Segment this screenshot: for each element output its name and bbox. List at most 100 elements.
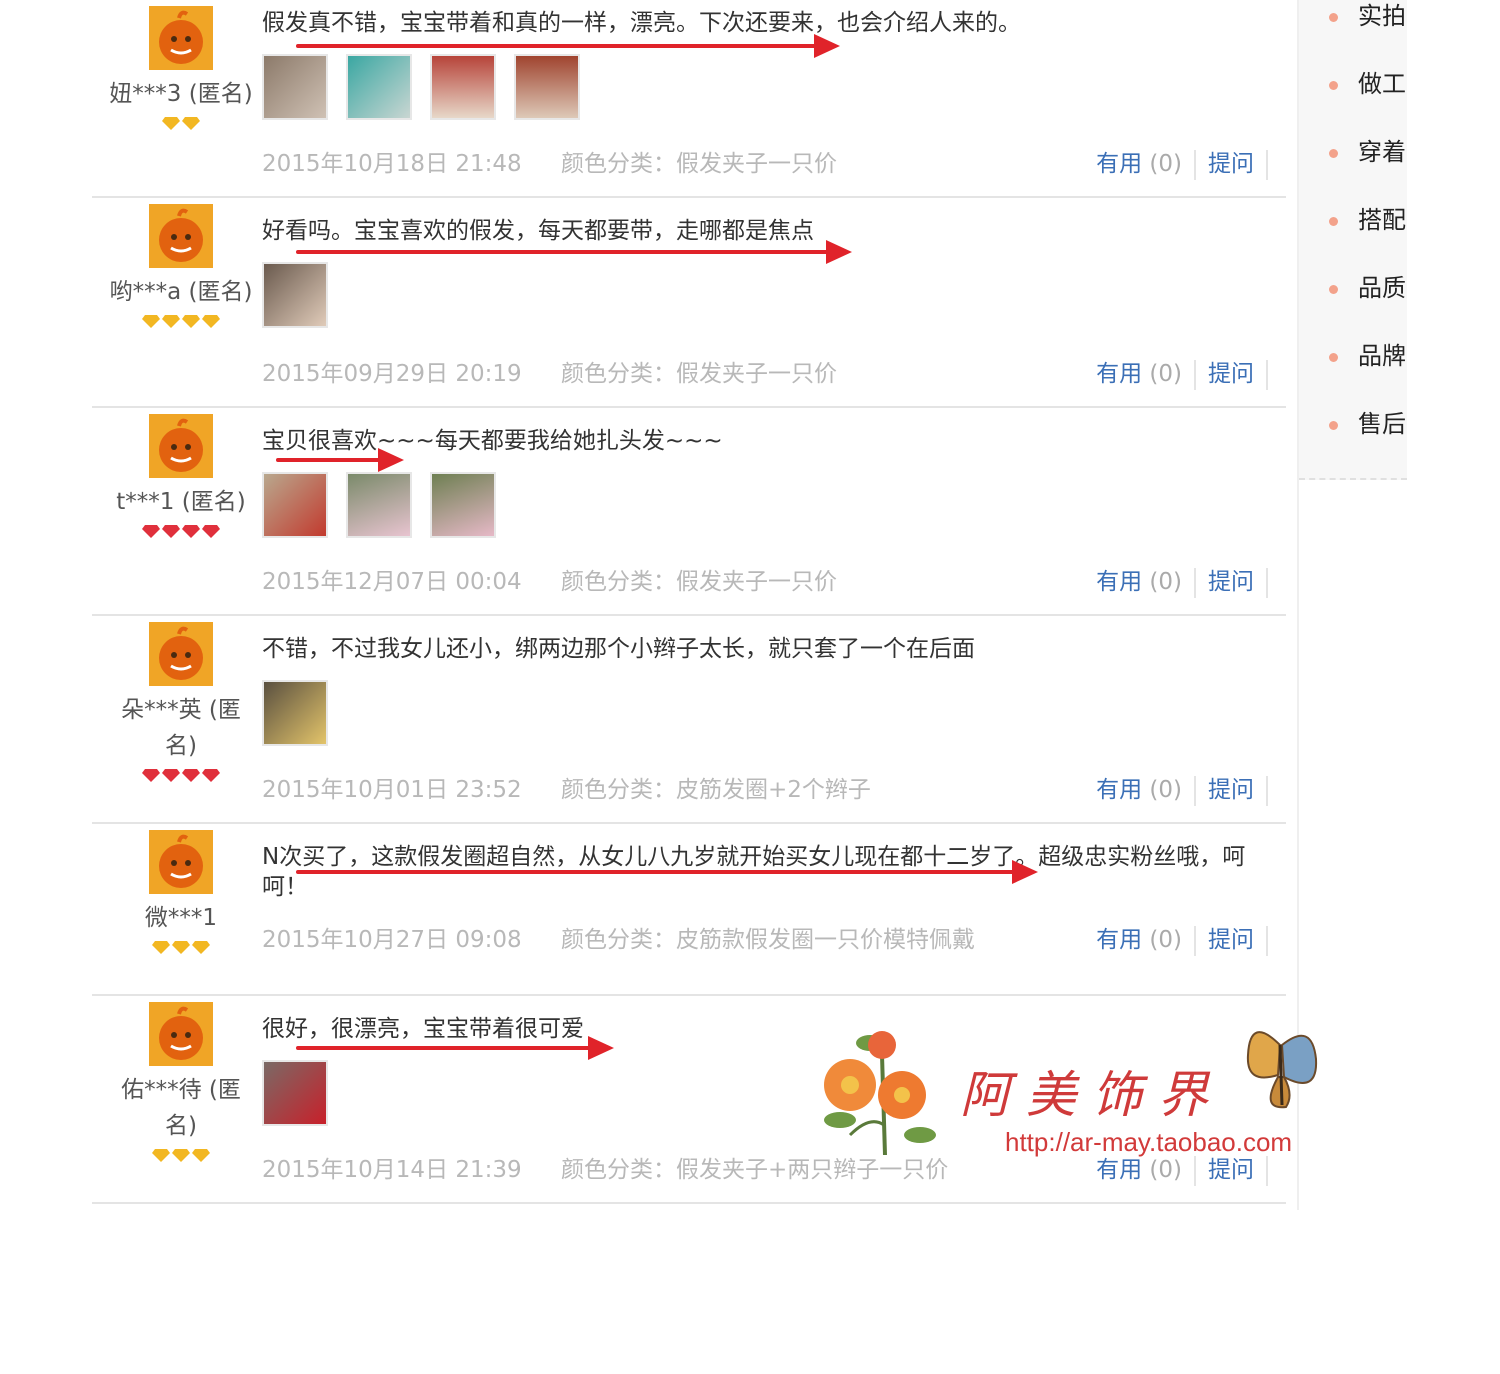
review-photo[interactable] [346, 472, 412, 538]
bullet-dot-icon [1329, 216, 1338, 226]
avatar[interactable] [149, 6, 213, 70]
review-text: 宝贝很喜欢~~~每天都要我给她扎头发~~~ [262, 428, 723, 454]
red-arrow-annotation [276, 448, 404, 472]
useful-label: 有用 [1096, 927, 1143, 953]
review-item: 微***1 N次买了，这款假发圈超自然，从女儿八九岁就开始买女儿现在都十二岁了。… [92, 824, 1286, 996]
side-menu-item[interactable]: 穿着 [1329, 132, 1406, 172]
reviewer: 微***1 [92, 830, 270, 958]
review-photo[interactable] [262, 262, 328, 328]
user-avatar-icon [159, 10, 203, 64]
user-avatar-icon [159, 626, 203, 680]
level-gem-icon [142, 315, 160, 328]
review-photos [262, 54, 1268, 120]
review-content: 宝贝很喜欢~~~每天都要我给她扎头发~~~ 2015年12月07日 00:04 … [262, 408, 1268, 598]
review-meta: 2015年09月29日 20:19 颜色分类：假发夹子一只价 有用 (0) 提问 [262, 354, 1268, 394]
level-gem-icon [182, 117, 200, 130]
buyer-level [92, 116, 270, 134]
review-photo[interactable] [262, 54, 328, 120]
divider [1194, 567, 1196, 598]
color-category: 颜色分类：皮筋发圈+2个辫子 [560, 777, 871, 803]
ask-button[interactable]: 提问 [1208, 777, 1254, 803]
buyer-level [92, 768, 270, 786]
level-gem-icon [172, 1149, 190, 1162]
review-photo[interactable] [430, 472, 496, 538]
review-photo[interactable] [262, 1060, 328, 1126]
side-menu-item[interactable]: 搭配 [1329, 200, 1406, 240]
side-menu-item[interactable]: 品质 [1329, 268, 1406, 308]
bullet-dot-icon [1329, 80, 1338, 90]
watermark-url: http://ar-may.taobao.com [1005, 1127, 1293, 1157]
avatar[interactable] [149, 830, 213, 894]
side-menu-label: 做工 [1358, 70, 1406, 98]
buyer-level [92, 1148, 270, 1166]
reviewer-name[interactable]: 哟***a (匿名) [92, 274, 270, 310]
ask-button[interactable]: 提问 [1208, 927, 1254, 953]
red-arrow-annotation [296, 860, 1038, 884]
bullet-dot-icon [1329, 148, 1338, 158]
review-text: 不错，不过我女儿还小，绑两边那个小辫子太长，就只套了一个在后面 [262, 636, 975, 662]
side-menu-item[interactable]: 售后 [1329, 404, 1406, 444]
useful-button[interactable]: 有用 (0) [1096, 151, 1182, 177]
avatar[interactable] [149, 622, 213, 686]
ask-button[interactable]: 提问 [1208, 361, 1254, 387]
color-category: 颜色分类：假发夹子一只价 [560, 151, 837, 177]
review-content: 假发真不错，宝宝带着和真的一样，漂亮。下次还要来，也会介绍人来的。 2015年1… [262, 0, 1268, 180]
color-category: 颜色分类：假发夹子一只价 [560, 569, 837, 595]
review-photo[interactable] [514, 54, 580, 120]
level-gem-icon [182, 769, 200, 782]
useful-label: 有用 [1096, 361, 1143, 387]
useful-label: 有用 [1096, 777, 1143, 803]
bullet-dot-icon [1329, 352, 1338, 362]
level-gem-icon [162, 315, 180, 328]
side-menu-item[interactable]: 实拍 [1329, 0, 1406, 36]
reviewer-name[interactable]: 妞***3 (匿名) [92, 76, 270, 112]
review-actions: 有用 (0) 提问 [1096, 770, 1268, 810]
side-menu-item[interactable]: 品牌 [1329, 336, 1406, 376]
butterfly-icon [1246, 1031, 1318, 1109]
review-photo[interactable] [262, 472, 328, 538]
review-photo[interactable] [430, 54, 496, 120]
color-category: 颜色分类：皮筋款假发圈一只价模特佩戴 [560, 927, 975, 953]
level-gem-icon [202, 769, 220, 782]
divider [1266, 359, 1268, 390]
useful-button[interactable]: 有用 (0) [1096, 361, 1182, 387]
avatar[interactable] [149, 204, 213, 268]
side-menu-label: 品质 [1358, 274, 1406, 302]
red-arrow-annotation [296, 240, 852, 264]
bullet-dot-icon [1329, 420, 1338, 430]
red-arrow-annotation [296, 34, 840, 58]
level-gem-icon [202, 525, 220, 538]
reviewer: 朵***英 (匿名) [92, 622, 270, 786]
review-photo[interactable] [346, 54, 412, 120]
review-photo[interactable] [262, 680, 328, 746]
useful-count: (0) [1149, 927, 1182, 953]
side-menu-label: 品牌 [1358, 342, 1406, 370]
reviewer-name[interactable]: 微***1 [92, 900, 270, 936]
reviewer: 佑***待 (匿名) [92, 1002, 270, 1166]
reviewer-name[interactable]: 佑***待 (匿名) [92, 1072, 270, 1144]
useful-button[interactable]: 有用 (0) [1096, 927, 1182, 953]
side-menu-item[interactable]: 做工 [1329, 64, 1406, 104]
useful-count: (0) [1149, 569, 1182, 595]
side-menu-label: 实拍 [1358, 2, 1406, 30]
useful-button[interactable]: 有用 (0) [1096, 569, 1182, 595]
useful-count: (0) [1149, 777, 1182, 803]
avatar[interactable] [149, 414, 213, 478]
red-arrow-annotation [296, 1036, 614, 1060]
reviewer-name[interactable]: 朵***英 (匿名) [92, 692, 270, 764]
divider [1194, 359, 1196, 390]
useful-label: 有用 [1096, 151, 1143, 177]
reviewer-name[interactable]: t***1 (匿名) [92, 484, 270, 520]
divider [1194, 775, 1196, 806]
avatar[interactable] [149, 1002, 213, 1066]
reviewer: 哟***a (匿名) [92, 204, 270, 332]
review-content: 不错，不过我女儿还小，绑两边那个小辫子太长，就只套了一个在后面 2015年10月… [262, 616, 1268, 806]
review-date: 2015年10月27日 09:08 [262, 927, 522, 953]
ask-button[interactable]: 提问 [1208, 569, 1254, 595]
level-gem-icon [142, 525, 160, 538]
divider [1266, 567, 1268, 598]
divider [1266, 149, 1268, 180]
ask-button[interactable]: 提问 [1208, 151, 1254, 177]
useful-button[interactable]: 有用 (0) [1096, 777, 1182, 803]
review-meta: 2015年10月01日 23:52 颜色分类：皮筋发圈+2个辫子 有用 (0) 提… [262, 770, 1268, 810]
